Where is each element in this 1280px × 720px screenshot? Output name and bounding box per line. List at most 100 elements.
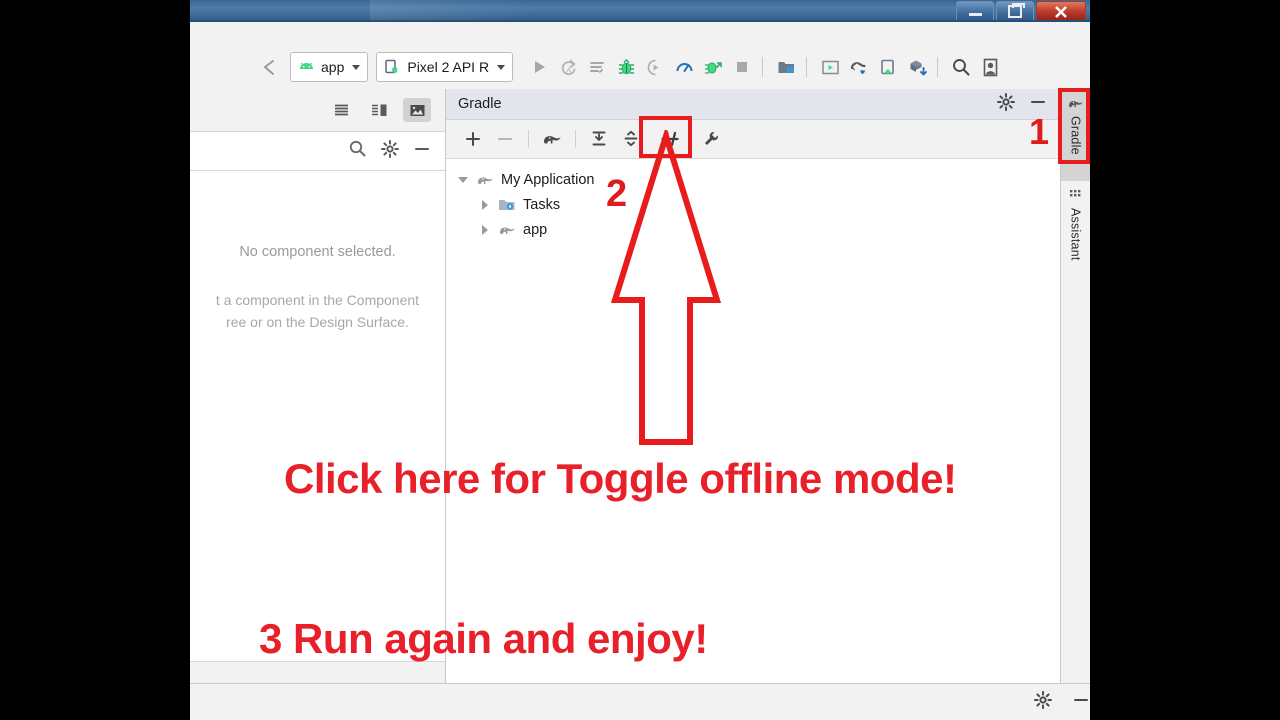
layout-inspector-button[interactable] (875, 54, 901, 80)
account-button[interactable] (977, 54, 1003, 80)
sidebar-tab-assistant[interactable]: Assistant (1061, 181, 1090, 289)
run-with-coverage-icon (704, 61, 722, 74)
window-close-button[interactable] (1036, 1, 1086, 22)
window-restore-button[interactable] (996, 1, 1034, 22)
sdk-manager-button[interactable] (773, 54, 799, 80)
gradle-panel-title: Gradle (458, 96, 502, 112)
gradle-elephant-icon (474, 173, 496, 187)
search-icon (953, 59, 970, 76)
device-phone-icon (385, 59, 398, 74)
status-bar (190, 683, 1090, 720)
gear-icon (997, 92, 1015, 111)
stop-button[interactable] (729, 54, 755, 80)
profiler-button[interactable] (671, 54, 697, 80)
apk-analyzer-button[interactable] (904, 54, 930, 80)
gradle-tab-highlight-box (1058, 88, 1090, 164)
title-bar-sheen (370, 0, 610, 22)
run-button[interactable] (526, 54, 552, 80)
chevron-right-icon (482, 224, 488, 235)
gradle-settings-gear-button[interactable] (997, 92, 1015, 116)
expand-toggle[interactable] (452, 176, 474, 183)
module-selector[interactable]: app (290, 52, 369, 82)
tree-label: app (523, 221, 548, 238)
status-bar-minimize-button[interactable] (1072, 691, 1090, 714)
toolbar-divider (806, 57, 808, 77)
main-toolbar: app Pixel 2 API R A (190, 22, 1090, 90)
tree-label: My Application (501, 171, 595, 188)
code-lines-icon (334, 104, 348, 115)
module-selector-label: app (321, 59, 345, 75)
apk-download-icon (910, 60, 927, 75)
gradle-panel-header: Gradle (446, 89, 1061, 120)
layout-inspector-icon (881, 59, 894, 74)
apply-changes-icon: A (561, 59, 576, 75)
toolbar-divider (528, 130, 529, 148)
apply-code-changes-icon (589, 61, 604, 73)
gradle-sync-icon (850, 61, 866, 74)
tree-label: Tasks (523, 196, 561, 213)
sync-gradle-button[interactable] (846, 54, 872, 80)
avd-manager-button[interactable] (817, 54, 843, 80)
apply-code-changes-button[interactable] (584, 54, 610, 80)
callout-text-line-2: 3 Run again and enjoy! (259, 615, 708, 662)
attributes-empty-state: No component selected. t a component in … (190, 171, 445, 333)
navigate-back-icon[interactable] (256, 54, 282, 80)
profiler-icon (676, 62, 693, 72)
tree-row-tasks[interactable]: Tasks (446, 192, 1061, 217)
gradle-project-tree: My Application Tasks app (446, 159, 1061, 242)
empty-state-hint-line1: t a component in the Component (215, 292, 420, 308)
attributes-settings-button[interactable] (381, 139, 399, 163)
split-view-button[interactable] (365, 98, 393, 122)
attach-debugger-button[interactable] (642, 54, 668, 80)
play-icon (535, 61, 546, 73)
callout-text-line-1: Click here for Toggle offline mode! (284, 455, 957, 502)
search-everywhere-button[interactable] (948, 54, 974, 80)
debug-button[interactable] (613, 54, 639, 80)
minimize-icon (1074, 698, 1088, 701)
step-1-marker: 1 (1029, 111, 1050, 152)
gear-icon (381, 139, 399, 158)
attach-debugger-icon (647, 59, 659, 75)
search-icon (349, 140, 366, 157)
add-gradle-project-button[interactable] (458, 125, 488, 153)
assistant-grid-icon (1069, 190, 1080, 197)
apply-changes-button[interactable]: A (555, 54, 581, 80)
tree-row-app[interactable]: app (446, 217, 1061, 242)
tasks-folder-icon (496, 197, 518, 212)
screenshot-root: app Pixel 2 API R A No component selecte… (0, 0, 1280, 720)
execute-gradle-task-button[interactable] (537, 125, 567, 153)
tree-row-my-application[interactable]: My Application (446, 167, 1061, 192)
attributes-search-button[interactable] (348, 139, 367, 163)
gradle-elephant-icon (544, 136, 561, 144)
close-icon (1055, 5, 1067, 18)
window-controls (956, 1, 1086, 22)
chevron-down-icon (497, 64, 506, 70)
run-coverage-button[interactable] (700, 54, 726, 80)
minimize-icon (415, 147, 429, 150)
split-view-icon (371, 104, 386, 116)
device-selector[interactable]: Pixel 2 API R (376, 52, 514, 82)
remove-gradle-project-button[interactable] (490, 125, 520, 153)
attributes-panel-footer (190, 661, 445, 684)
restore-glyph (1008, 3, 1025, 18)
chevron-right-icon (482, 199, 488, 210)
minimize-icon (1031, 100, 1045, 103)
expand-toggle[interactable] (474, 199, 496, 210)
window-minimize-button[interactable] (956, 1, 994, 22)
code-view-button[interactable] (327, 98, 355, 122)
attributes-minimize-button[interactable] (413, 140, 431, 163)
chevron-down-icon (458, 176, 468, 183)
debug-bug-icon (618, 58, 634, 74)
attributes-panel: No component selected. t a component in … (190, 89, 446, 684)
status-bar-settings-button[interactable] (1034, 690, 1052, 714)
expand-toggle[interactable] (474, 224, 496, 235)
empty-state-hint: t a component in the Component ree or on… (190, 289, 445, 333)
design-view-button[interactable] (403, 98, 431, 122)
plus-icon (466, 132, 480, 146)
toolbar-divider (762, 57, 764, 77)
attributes-search-bar (190, 132, 445, 171)
gradle-elephant-icon (496, 223, 518, 237)
design-image-icon (410, 104, 424, 116)
gradle-panel: Gradle My Application Tasks app (446, 89, 1061, 684)
window-title-bar (190, 0, 1090, 22)
